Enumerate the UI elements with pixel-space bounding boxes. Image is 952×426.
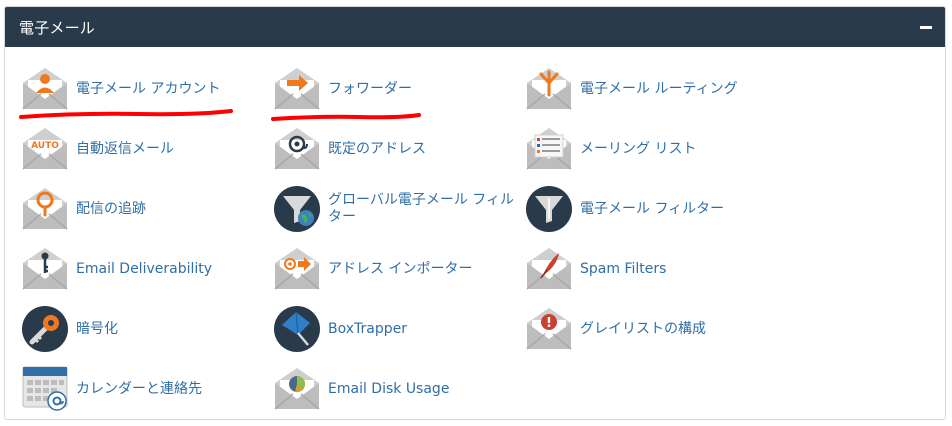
spam-quill-icon	[523, 243, 575, 295]
email-disk-usage-label: Email Disk Usage	[328, 380, 450, 397]
email-disk-usage-link[interactable]: Email Disk Usage	[271, 361, 521, 417]
email-deliverability-label: Email Deliverability	[76, 260, 213, 277]
encryption-label: 暗号化	[76, 320, 118, 337]
default-address-label: 既定のアドレス	[328, 140, 426, 157]
email-filters-label: 電子メール フィルター	[580, 200, 725, 217]
globe-filter-icon	[271, 183, 323, 235]
mailing-list-icon	[523, 123, 575, 175]
calendar-icon	[19, 363, 71, 415]
import-at-arrow-icon	[271, 243, 323, 295]
email-panel: 電子メール 電子メール アカウント フォワーダー 電子メール ルーティング AU…	[4, 6, 946, 420]
forward-arrow-icon	[271, 63, 323, 115]
calendars-contacts-label: カレンダーと連絡先	[76, 380, 202, 397]
email-accounts-label: 電子メール アカウント	[76, 80, 221, 97]
email-tools-grid: 電子メール アカウント フォワーダー 電子メール ルーティング AUTO 自動返…	[5, 47, 945, 419]
pie-chart-envelope-icon	[271, 363, 323, 415]
panel-header[interactable]: 電子メール	[5, 7, 945, 47]
boxtrapper-label: BoxTrapper	[328, 320, 407, 337]
key-envelope-icon	[19, 243, 71, 295]
address-importer-link[interactable]: アドレス インポーター	[271, 241, 521, 297]
filter-funnel-icon	[523, 183, 575, 235]
greylisting-label: グレイリストの構成	[580, 320, 706, 337]
location-pin-icon	[19, 183, 71, 235]
routing-fork-icon	[523, 63, 575, 115]
boxtrapper-icon	[271, 303, 323, 355]
auto-badge-text: AUTO	[31, 141, 59, 151]
email-deliverability-link[interactable]: Email Deliverability	[19, 241, 269, 297]
autoresponders-link[interactable]: AUTO 自動返信メール	[19, 121, 269, 177]
forwarders-link[interactable]: フォワーダー	[271, 61, 521, 117]
encryption-link[interactable]: 暗号化	[19, 301, 269, 357]
alert-envelope-icon	[523, 303, 575, 355]
email-account-icon	[19, 63, 71, 115]
track-delivery-label: 配信の追跡	[76, 200, 146, 217]
boxtrapper-link[interactable]: BoxTrapper	[271, 301, 521, 357]
mailing-lists-link[interactable]: メーリング リスト	[523, 121, 773, 177]
collapse-icon[interactable]	[919, 20, 933, 34]
calendars-contacts-link[interactable]: カレンダーと連絡先	[19, 361, 269, 417]
global-email-filters-link[interactable]: グローバル電子メール フィルター	[271, 181, 521, 237]
global-email-filters-label: グローバル電子メール フィルター	[328, 192, 515, 225]
track-delivery-link[interactable]: 配信の追跡	[19, 181, 269, 237]
default-address-link[interactable]: 既定のアドレス	[271, 121, 521, 177]
key-icon	[19, 303, 71, 355]
spam-filters-link[interactable]: Spam Filters	[523, 241, 773, 297]
email-routing-label: 電子メール ルーティング	[580, 80, 738, 97]
panel-title: 電子メール	[19, 18, 96, 37]
mailing-lists-label: メーリング リスト	[580, 140, 697, 157]
email-filters-link[interactable]: 電子メール フィルター	[523, 181, 773, 237]
email-accounts-link[interactable]: 電子メール アカウント	[19, 61, 269, 117]
address-importer-label: アドレス インポーター	[328, 260, 473, 277]
at-sign-icon	[271, 123, 323, 175]
auto-badge-icon: AUTO	[19, 123, 71, 175]
forwarders-label: フォワーダー	[328, 80, 412, 97]
autoresponders-label: 自動返信メール	[76, 140, 174, 157]
spam-filters-label: Spam Filters	[580, 260, 667, 277]
email-routing-link[interactable]: 電子メール ルーティング	[523, 61, 773, 117]
greylisting-link[interactable]: グレイリストの構成	[523, 301, 773, 357]
